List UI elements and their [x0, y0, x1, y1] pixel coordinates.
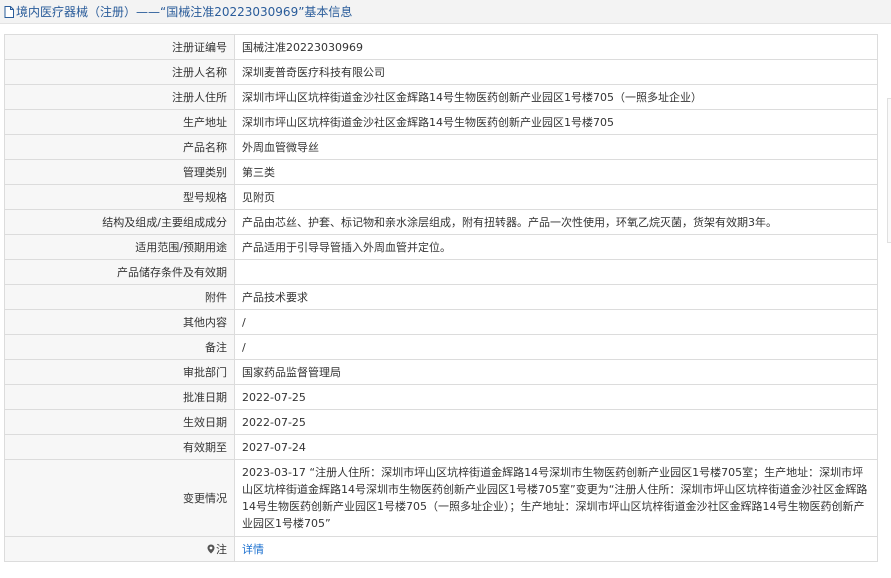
table-row: 变更情况 2023-03-17 “注册人住所：深圳市坪山区坑梓街道金辉路14号深圳… [4, 459, 878, 537]
row-label: 审批部门 [4, 359, 235, 385]
row-value: 产品技术要求 [234, 284, 878, 310]
row-value: 2023-03-17 “注册人住所：深圳市坪山区坑梓街道金辉路14号深圳市生物医… [234, 459, 878, 537]
table-row: 附件 产品技术要求 [4, 284, 878, 310]
info-table: 注册证编号 国械注准20223030969 注册人名称 深圳麦普奇医疗科技有限公司 注册… [4, 34, 878, 562]
table-row: 注册证编号 国械注准20223030969 [4, 34, 878, 60]
row-label: 有效期至 [4, 434, 235, 460]
table-row: 生效日期 2022-07-25 [4, 409, 878, 435]
page-header: 境内医疗器械（注册）——“国械注准20223030969”基本信息 [0, 0, 891, 24]
note-value-cell: 详情 [234, 536, 878, 562]
table-row: 产品储存条件及有效期 [4, 259, 878, 285]
row-value: 产品由芯丝、护套、标记物和亲水涂层组成，附有扭转器。产品一次性使用，环氧乙烷灭菌… [234, 209, 878, 235]
row-value: 2022-07-25 [234, 409, 878, 435]
table-row: 审批部门 国家药品监督管理局 [4, 359, 878, 385]
row-value: 国械注准20223030969 [234, 34, 878, 60]
row-value: 国家药品监督管理局 [234, 359, 878, 385]
row-label: 批准日期 [4, 384, 235, 410]
row-label: 管理类别 [4, 159, 235, 185]
table-row: 注册人名称 深圳麦普奇医疗科技有限公司 [4, 59, 878, 85]
table-row: 产品名称 外周血管微导丝 [4, 134, 878, 160]
side-panel-edge [887, 98, 891, 243]
table-row-note: 注 详情 [4, 536, 878, 562]
row-value: 2022-07-25 [234, 384, 878, 410]
row-value: / [234, 309, 878, 335]
note-label-cell: 注 [4, 536, 235, 562]
table-row: 批准日期 2022-07-25 [4, 384, 878, 410]
table-row: 型号规格 见附页 [4, 184, 878, 210]
document-icon [4, 5, 14, 18]
row-value: 第三类 [234, 159, 878, 185]
row-value: 深圳市坪山区坑梓街道金沙社区金辉路14号生物医药创新产业园区1号楼705 [234, 109, 878, 135]
row-value: 深圳麦普奇医疗科技有限公司 [234, 59, 878, 85]
row-label: 注册人住所 [4, 84, 235, 110]
row-value: 见附页 [234, 184, 878, 210]
row-label: 结构及组成/主要组成成分 [4, 209, 235, 235]
location-pin-icon [207, 544, 215, 557]
row-label: 型号规格 [4, 184, 235, 210]
row-value: 深圳市坪山区坑梓街道金沙社区金辉路14号生物医药创新产业园区1号楼705（一照多… [234, 84, 878, 110]
details-link[interactable]: 详情 [242, 543, 264, 556]
table-row: 其他内容 / [4, 309, 878, 335]
row-value [234, 259, 878, 285]
row-label: 产品名称 [4, 134, 235, 160]
table-row: 结构及组成/主要组成成分 产品由芯丝、护套、标记物和亲水涂层组成，附有扭转器。产品… [4, 209, 878, 235]
row-label: 生产地址 [4, 109, 235, 135]
row-label: 适用范围/预期用途 [4, 234, 235, 260]
row-label: 附件 [4, 284, 235, 310]
row-label: 产品储存条件及有效期 [4, 259, 235, 285]
note-label: 注 [216, 543, 227, 556]
row-value: 外周血管微导丝 [234, 134, 878, 160]
row-value: 产品适用于引导导管插入外周血管并定位。 [234, 234, 878, 260]
row-label: 注册证编号 [4, 34, 235, 60]
table-row: 注册人住所 深圳市坪山区坑梓街道金沙社区金辉路14号生物医药创新产业园区1号楼70… [4, 84, 878, 110]
row-value: / [234, 334, 878, 360]
row-value: 2027-07-24 [234, 434, 878, 460]
page-title: 境内医疗器械（注册）——“国械注准20223030969”基本信息 [16, 5, 353, 19]
table-row: 生产地址 深圳市坪山区坑梓街道金沙社区金辉路14号生物医药创新产业园区1号楼705 [4, 109, 878, 135]
row-label: 其他内容 [4, 309, 235, 335]
table-row: 管理类别 第三类 [4, 159, 878, 185]
table-row: 适用范围/预期用途 产品适用于引导导管插入外周血管并定位。 [4, 234, 878, 260]
row-label: 备注 [4, 334, 235, 360]
table-row: 有效期至 2027-07-24 [4, 434, 878, 460]
row-label: 注册人名称 [4, 59, 235, 85]
table-row: 备注 / [4, 334, 878, 360]
row-label: 变更情况 [4, 459, 235, 537]
row-label: 生效日期 [4, 409, 235, 435]
